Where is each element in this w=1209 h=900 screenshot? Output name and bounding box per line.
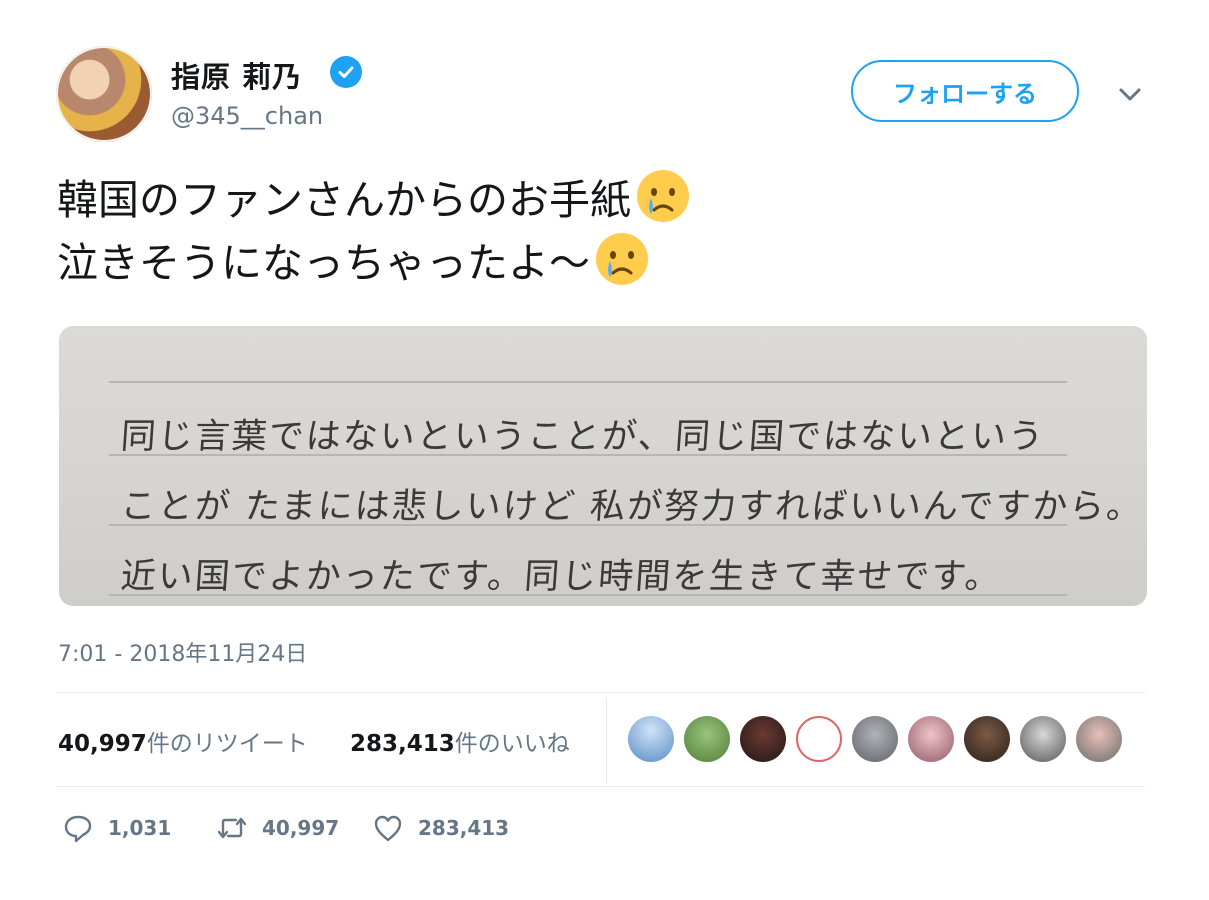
divider [57, 786, 1145, 787]
handwritten-line-2: ことが たまには悲しいけど 私が努力すればいいんですから。 [119, 487, 1145, 527]
paper-rule [109, 381, 1067, 383]
liker-avatars [628, 716, 1122, 764]
chevron-down-icon[interactable] [1116, 80, 1144, 108]
tweet-text-line-1: 韓国のファンさんからのお手紙 [57, 176, 631, 224]
retweet-button[interactable]: 40,997 [216, 812, 339, 844]
liker-avatar[interactable] [684, 716, 730, 762]
liker-avatar[interactable] [1020, 716, 1066, 762]
reply-icon [64, 815, 92, 843]
like-icon [374, 815, 402, 842]
tweet-text: 韓国のファンさんからのお手紙 泣きそうになっちゃったよ〜 [57, 168, 691, 294]
retweet-action-count: 40,997 [262, 816, 340, 840]
like-count: 283,413 [350, 731, 455, 757]
like-action-count: 283,413 [418, 816, 510, 840]
tweet-text-line-2: 泣きそうになっちゃったよ〜 [57, 239, 590, 287]
follow-button[interactable]: フォローする [851, 60, 1079, 122]
divider [606, 698, 607, 784]
tweet-photo[interactable]: 同じ言葉ではないということが、同じ国ではないという ことが たまには悲しいけど … [59, 326, 1147, 606]
divider [57, 692, 1145, 693]
tweet-timestamp[interactable]: 7:01 - 2018年11月24日 [58, 636, 307, 668]
crying-face-emoji [596, 233, 648, 285]
like-button[interactable]: 283,413 [372, 812, 509, 844]
verified-badge-icon [330, 56, 362, 88]
liker-avatar[interactable] [964, 716, 1010, 762]
avatar[interactable] [56, 46, 152, 142]
reply-count: 1,031 [108, 816, 172, 840]
like-stat[interactable]: 283,413件のいいね [350, 724, 570, 758]
liker-avatar[interactable] [628, 716, 674, 762]
reply-button[interactable]: 1,031 [62, 812, 171, 844]
retweet-icon [217, 817, 247, 839]
crying-face-emoji [637, 170, 689, 222]
user-handle[interactable]: @345__chan [171, 102, 323, 130]
liker-avatar[interactable] [908, 716, 954, 762]
display-name[interactable]: 指原 莉乃 [171, 54, 302, 96]
retweet-stat-label: 件のリツイート [146, 731, 308, 757]
liker-avatar[interactable] [1076, 716, 1122, 762]
liker-avatar[interactable] [796, 716, 842, 762]
handwritten-line-1: 同じ言葉ではないということが、同じ国ではないという [119, 417, 1047, 457]
retweet-stat[interactable]: 40,997件のリツイート [58, 724, 308, 758]
handwritten-line-3: 近い国でよかったです。同じ時間を生きて幸せです。 [119, 557, 1004, 597]
like-stat-label: 件のいいね [454, 731, 570, 757]
retweet-count: 40,997 [58, 731, 147, 757]
liker-avatar[interactable] [852, 716, 898, 762]
liker-avatar[interactable] [740, 716, 786, 762]
